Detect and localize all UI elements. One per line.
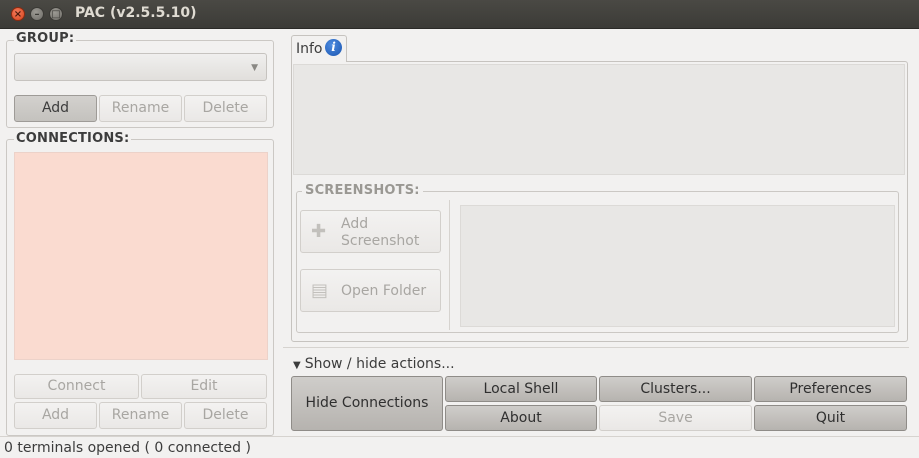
add-screenshot-label-1: Add [341,216,369,232]
group-label: GROUP: [14,31,77,46]
status-bar: 0 terminals opened ( 0 connected ) [0,436,919,458]
title-bar: × – □ PAC (v2.5.5.10) [0,0,919,29]
group-add-button[interactable]: Add [14,95,97,122]
edit-button[interactable]: Edit [141,374,267,399]
actions-separator [283,347,909,348]
minimize-window-icon[interactable]: – [30,7,44,21]
local-shell-button[interactable]: Local Shell [445,376,597,402]
tab-info[interactable]: Info i [291,35,347,62]
close-window-icon[interactable]: × [11,7,25,21]
triangle-down-icon: ▼ [293,360,301,371]
connection-delete-button[interactable]: Delete [184,402,267,429]
add-screenshot-button[interactable]: ✚ Add Screenshot [300,210,441,253]
about-button[interactable]: About [445,405,597,431]
screenshots-separator [449,200,450,330]
tab-info-label: Info [296,41,323,57]
group-rename-button[interactable]: Rename [99,95,182,122]
connect-button[interactable]: Connect [14,374,139,399]
maximize-window-icon[interactable]: □ [49,7,63,21]
add-screenshot-label-2: Screenshot [341,233,420,249]
window-title: PAC (v2.5.5.10) [75,5,197,21]
connection-add-button[interactable]: Add [14,402,97,429]
quit-button[interactable]: Quit [754,405,907,431]
connections-label: CONNECTIONS: [14,131,132,146]
chevron-down-icon: ▼ [251,63,258,73]
info-icon: i [325,39,342,56]
connections-tree[interactable] [14,152,268,360]
preferences-button[interactable]: Preferences [754,376,907,402]
screenshot-preview-area [460,205,895,327]
clusters-button[interactable]: Clusters... [599,376,752,402]
show-hide-actions-toggle[interactable]: ▼ Show / hide actions... [293,356,455,372]
hide-connections-button[interactable]: Hide Connections [291,376,443,431]
save-button[interactable]: Save [599,405,752,431]
status-text: 0 terminals opened ( 0 connected ) [4,440,251,456]
show-hide-actions-label: Show / hide actions... [304,356,455,372]
folder-icon: ▤ [311,280,329,301]
screenshots-label: SCREENSHOTS: [302,183,423,198]
open-folder-label: Open Folder [341,283,427,299]
info-text-area[interactable] [293,64,905,175]
connection-rename-button[interactable]: Rename [99,402,182,429]
group-select[interactable]: ▼ [14,53,267,81]
group-delete-button[interactable]: Delete [184,95,267,122]
open-folder-button[interactable]: ▤ Open Folder [300,269,441,312]
plus-icon: ✚ [311,221,327,242]
